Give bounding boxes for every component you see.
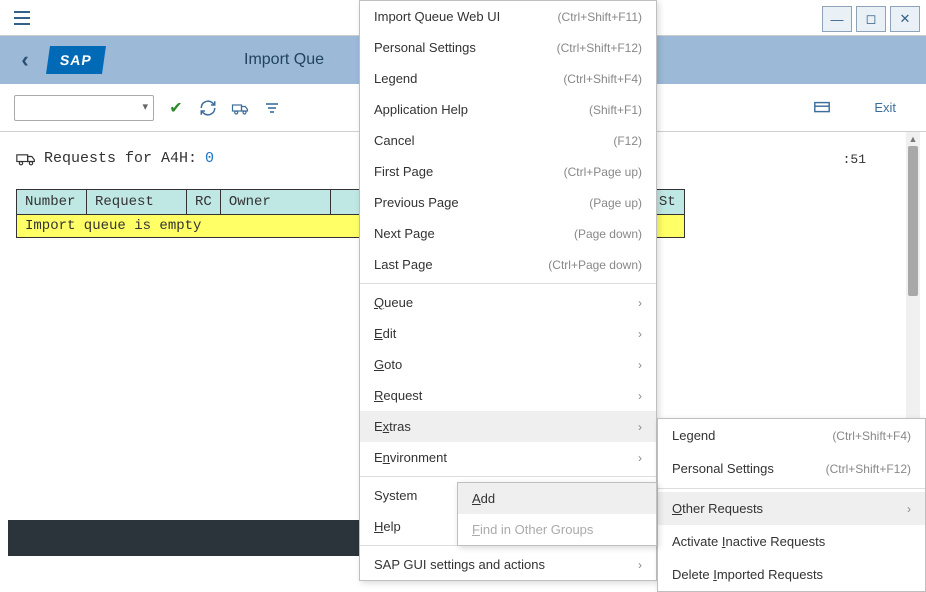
scroll-thumb[interactable] xyxy=(908,146,918,296)
menu-item[interactable]: Application Help (Shift+F1) xyxy=(360,94,656,125)
menu-item[interactable]: Edit › xyxy=(360,318,656,349)
menu-item-label: Help xyxy=(374,519,401,534)
execute-button[interactable]: ✔ xyxy=(166,98,186,118)
menu-item-label: Extras xyxy=(374,419,411,434)
menu-item[interactable]: Request › xyxy=(360,380,656,411)
chevron-right-icon: › xyxy=(638,420,642,434)
scroll-up-icon[interactable]: ▲ xyxy=(906,132,920,146)
menu-item-label: Activate Inactive Requests xyxy=(672,534,825,549)
menu-item-label: Add xyxy=(472,491,495,506)
menu-item-label: Request xyxy=(374,388,422,403)
menu-item[interactable]: Add xyxy=(458,483,656,514)
timestamp: :51 xyxy=(843,152,866,167)
menu-item[interactable]: Queue › xyxy=(360,287,656,318)
exit-button[interactable]: Exit xyxy=(874,100,896,115)
menu-item[interactable]: Personal Settings (Ctrl+Shift+F12) xyxy=(360,32,656,63)
menu-item[interactable]: Legend (Ctrl+Shift+F4) xyxy=(360,63,656,94)
extras-submenu: Legend (Ctrl+Shift+F4) Personal Settings (C… xyxy=(657,418,926,592)
col-owner[interactable]: Owner xyxy=(220,190,330,215)
menu-item-label: Cancel xyxy=(374,133,414,148)
menu-item-label: Find in Other Groups xyxy=(472,522,593,537)
menu-item-shortcut: (Ctrl+Shift+F4) xyxy=(832,429,911,443)
menu-item-label: Last Page xyxy=(374,257,433,272)
close-button[interactable]: ✕ xyxy=(890,6,920,32)
menu-item[interactable]: Other Requests › xyxy=(658,492,925,525)
menu-item[interactable]: Activate Inactive Requests xyxy=(658,525,925,558)
menu-item-label: Goto xyxy=(374,357,402,372)
menu-item-label: Other Requests xyxy=(672,501,763,516)
menu-item[interactable]: Cancel (F12) xyxy=(360,125,656,156)
menu-item-label: System xyxy=(374,488,417,503)
menu-item-label: SAP GUI settings and actions xyxy=(374,557,545,572)
requests-count: 0 xyxy=(205,150,214,167)
menu-item-label: Next Page xyxy=(374,226,435,241)
chevron-right-icon: › xyxy=(638,389,642,403)
menu-item-label: Delete Imported Requests xyxy=(672,567,823,582)
menu-item-shortcut: (Page down) xyxy=(574,227,642,241)
menu-item-label: Application Help xyxy=(374,102,468,117)
menu-item-shortcut: (Ctrl+Shift+F4) xyxy=(563,72,642,86)
chevron-right-icon: › xyxy=(638,558,642,572)
command-field[interactable] xyxy=(14,95,154,121)
menu-item-shortcut: (Shift+F1) xyxy=(589,103,642,117)
menu-item-shortcut: (Ctrl+Shift+F12) xyxy=(557,41,642,55)
chevron-right-icon: › xyxy=(638,327,642,341)
menu-item-label: Legend xyxy=(374,71,417,86)
menu-icon[interactable] xyxy=(10,6,34,30)
menu-item[interactable]: Legend (Ctrl+Shift+F4) xyxy=(658,419,925,452)
menu-item-shortcut: (Ctrl+Page up) xyxy=(564,165,642,179)
menu-item-label: Queue xyxy=(374,295,413,310)
chevron-right-icon: › xyxy=(907,502,911,516)
menu-item[interactable]: Previous Page (Page up) xyxy=(360,187,656,218)
truck-forward-icon[interactable] xyxy=(230,98,250,118)
menu-item[interactable]: Import Queue Web UI (Ctrl+Shift+F11) xyxy=(360,1,656,32)
menu-item[interactable]: Goto › xyxy=(360,349,656,380)
truck-icon xyxy=(16,152,36,166)
filter-icon[interactable] xyxy=(262,98,282,118)
menu-item-shortcut: (Page up) xyxy=(589,196,642,210)
other-requests-submenu: Add Find in Other Groups xyxy=(457,482,657,546)
exit-label: Exit xyxy=(874,100,896,115)
menu-item-label: Previous Page xyxy=(374,195,459,210)
menu-item-label: First Page xyxy=(374,164,433,179)
window-controls: — ◻ ✕ xyxy=(818,6,920,32)
menu-item-label: Edit xyxy=(374,326,396,341)
menu-item-shortcut: (Ctrl+Shift+F11) xyxy=(558,10,642,24)
menu-item-shortcut: (Ctrl+Shift+F12) xyxy=(826,462,911,476)
col-request[interactable]: Request xyxy=(87,190,187,215)
menu-item-shortcut: (Ctrl+Page down) xyxy=(548,258,642,272)
page-title: Import Que xyxy=(244,51,324,69)
menu-item: Find in Other Groups xyxy=(458,514,656,545)
chevron-right-icon: › xyxy=(638,451,642,465)
menu-item[interactable]: Environment › xyxy=(360,442,656,473)
menu-item-label: Personal Settings xyxy=(374,40,476,55)
menu-item[interactable]: Last Page (Ctrl+Page down) xyxy=(360,249,656,280)
col-number[interactable]: Number xyxy=(17,190,87,215)
minimize-button[interactable]: — xyxy=(822,6,852,32)
menu-item[interactable]: First Page (Ctrl+Page up) xyxy=(360,156,656,187)
sap-logo: SAP xyxy=(46,46,106,74)
display-button[interactable] xyxy=(812,98,832,118)
menu-item[interactable]: Delete Imported Requests xyxy=(658,558,925,591)
menu-item-shortcut: (F12) xyxy=(613,134,642,148)
col-rc[interactable]: RC xyxy=(187,190,221,215)
menu-item[interactable]: Next Page (Page down) xyxy=(360,218,656,249)
menu-item-label: Legend xyxy=(672,428,715,443)
menu-item-label: Personal Settings xyxy=(672,461,774,476)
menu-item[interactable]: SAP GUI settings and actions › xyxy=(360,549,656,580)
refresh-button[interactable] xyxy=(198,98,218,118)
menu-item[interactable]: Personal Settings (Ctrl+Shift+F12) xyxy=(658,452,925,485)
chevron-right-icon: › xyxy=(638,358,642,372)
chevron-right-icon: › xyxy=(638,296,642,310)
menu-item-label: Import Queue Web UI xyxy=(374,9,500,24)
menu-item-label: Environment xyxy=(374,450,447,465)
maximize-button[interactable]: ◻ xyxy=(856,6,886,32)
menu-item[interactable]: Extras › xyxy=(360,411,656,442)
back-button[interactable]: ‹ xyxy=(8,43,42,77)
requests-label: Requests for A4H: xyxy=(44,150,197,167)
